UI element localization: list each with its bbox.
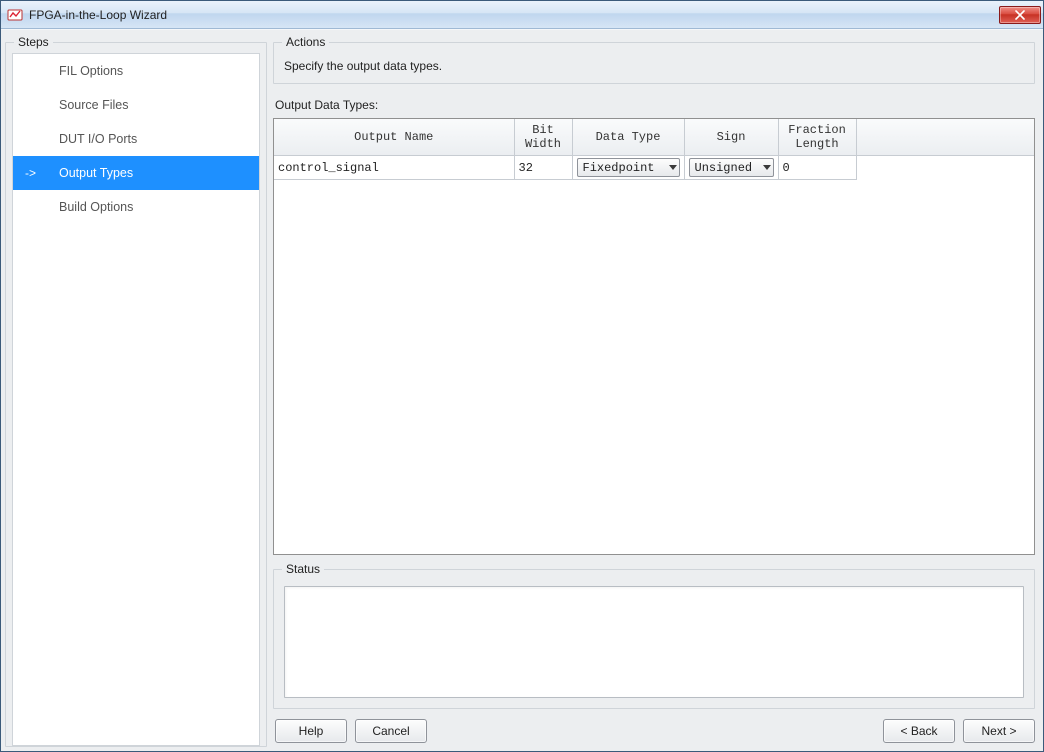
th-sign[interactable]: Sign <box>684 119 778 156</box>
th-bit-width[interactable]: Bit Width <box>514 119 572 156</box>
step-build-options[interactable]: -> Build Options <box>13 190 259 224</box>
sidebar: Steps -> FIL Options -> Source Files -> … <box>1 30 267 751</box>
step-label: DUT I/O Ports <box>57 132 259 146</box>
chevron-down-icon <box>669 165 677 170</box>
titlebar[interactable]: FPGA-in-the-Loop Wizard <box>1 1 1043 29</box>
table-header-row: Output Name Bit Width Data Type Sign Fra… <box>274 119 1034 156</box>
close-button[interactable] <box>999 6 1041 24</box>
client-area: Steps -> FIL Options -> Source Files -> … <box>1 29 1043 751</box>
output-table: Output Name Bit Width Data Type Sign Fra… <box>274 119 1034 180</box>
step-label: Build Options <box>57 200 259 214</box>
cancel-button[interactable]: Cancel <box>355 719 427 743</box>
step-label: Source Files <box>57 98 259 112</box>
output-table-frame: Output Name Bit Width Data Type Sign Fra… <box>273 118 1035 555</box>
th-data-type[interactable]: Data Type <box>572 119 684 156</box>
output-data-types-label: Output Data Types: <box>275 98 1033 112</box>
help-button[interactable]: Help <box>275 719 347 743</box>
table-row: control_signal 32 Fixedpoint <box>274 156 1034 180</box>
cell-output-name[interactable]: control_signal <box>274 156 514 180</box>
step-label: FIL Options <box>57 64 259 78</box>
button-row: Help Cancel < Back Next > <box>273 719 1035 743</box>
th-output-name[interactable]: Output Name <box>274 119 514 156</box>
status-legend: Status <box>282 562 324 576</box>
window-title: FPGA-in-the-Loop Wizard <box>29 8 999 22</box>
main-panel: Actions Specify the output data types. O… <box>267 30 1043 751</box>
cell-fraction-length[interactable]: 0 <box>778 156 856 180</box>
sign-select[interactable]: Unsigned <box>689 158 774 177</box>
actions-text: Specify the output data types. <box>274 43 1034 83</box>
step-source-files[interactable]: -> Source Files <box>13 88 259 122</box>
actions-group: Actions Specify the output data types. <box>273 42 1035 84</box>
back-button[interactable]: < Back <box>883 719 955 743</box>
th-spacer <box>856 119 1034 156</box>
cell-sign[interactable]: Unsigned <box>684 156 778 180</box>
chevron-down-icon <box>763 165 771 170</box>
steps-list: -> FIL Options -> Source Files -> DUT I/… <box>12 53 260 746</box>
th-fraction-length[interactable]: Fraction Length <box>778 119 856 156</box>
data-type-value: Fixedpoint <box>583 161 655 175</box>
step-output-types[interactable]: -> Output Types <box>13 156 259 190</box>
status-group: Status <box>273 569 1035 709</box>
sign-value: Unsigned <box>695 161 753 175</box>
app-icon <box>7 7 23 23</box>
wizard-window: FPGA-in-the-Loop Wizard Steps -> FIL Opt… <box>0 0 1044 752</box>
output-section: Output Data Types: O <box>273 98 1035 555</box>
actions-legend: Actions <box>282 35 329 49</box>
cell-bit-width[interactable]: 32 <box>514 156 572 180</box>
steps-legend: Steps <box>14 35 53 49</box>
next-button[interactable]: Next > <box>963 719 1035 743</box>
step-label: Output Types <box>57 166 259 180</box>
steps-group: Steps -> FIL Options -> Source Files -> … <box>5 42 267 747</box>
data-type-select[interactable]: Fixedpoint <box>577 158 680 177</box>
step-fil-options[interactable]: -> FIL Options <box>13 54 259 88</box>
status-textarea[interactable] <box>284 586 1024 698</box>
cell-spacer <box>856 156 1034 180</box>
step-dut-io-ports[interactable]: -> DUT I/O Ports <box>13 122 259 156</box>
cell-data-type[interactable]: Fixedpoint <box>572 156 684 180</box>
